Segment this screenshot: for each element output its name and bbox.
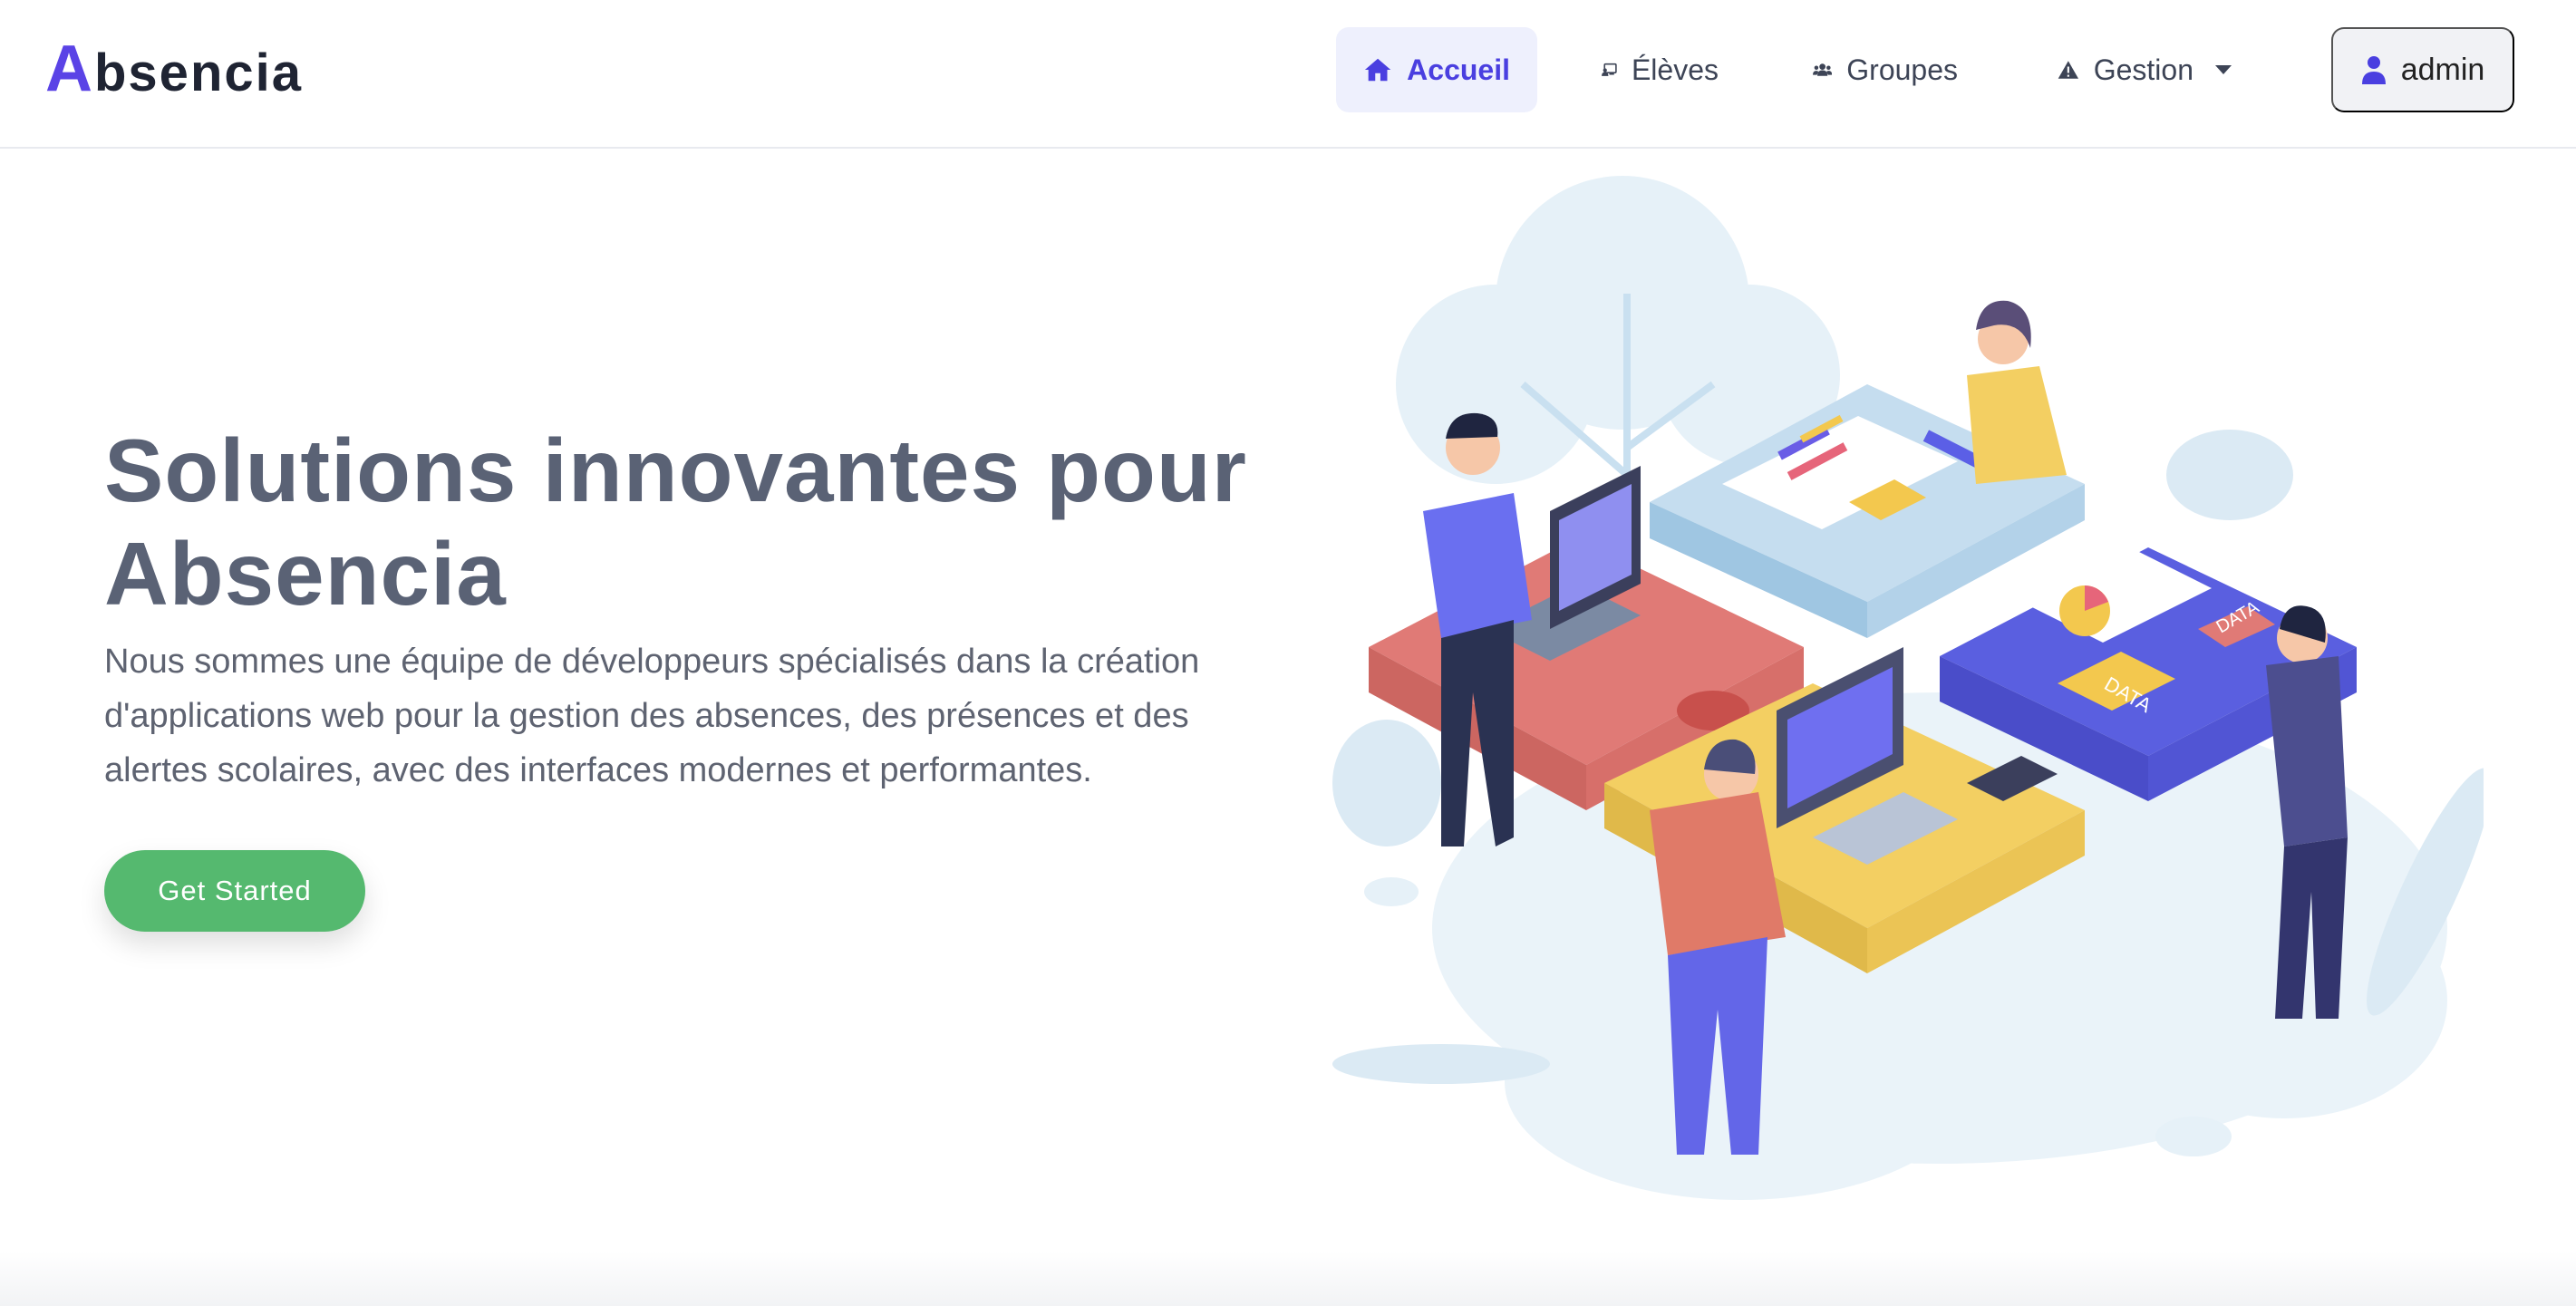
nav-item-gestion-dropdown[interactable]: Gestion xyxy=(2030,27,2259,112)
users-icon xyxy=(1813,63,1833,76)
nav-item-label: Accueil xyxy=(1407,53,1510,86)
nav-item-eleves[interactable]: Élèves xyxy=(1574,27,1746,112)
user-name: admin xyxy=(2400,52,2485,87)
hero-description: Nous sommes une équipe de développeurs s… xyxy=(104,643,1200,789)
nav-item-accueil[interactable]: Accueil xyxy=(1336,27,1537,112)
chevron-down-icon xyxy=(2215,65,2232,74)
brand-logo-text: bsencia xyxy=(94,44,303,102)
person-top xyxy=(1967,300,2067,484)
nav-item-label: Gestion xyxy=(2093,53,2193,86)
brand-logo[interactable]: Absencia xyxy=(45,33,303,105)
section-divider xyxy=(0,1251,2576,1306)
get-started-button[interactable]: Get Started xyxy=(104,850,365,932)
hero-title: Solutions innovantes pour Absencia xyxy=(104,421,1247,624)
hero-illustration: DATA DATA xyxy=(1332,176,2484,1200)
brand-logo-initial: A xyxy=(45,33,94,105)
chalkboard-teacher-icon xyxy=(1602,63,1617,76)
nav-item-groupes[interactable]: Groupes xyxy=(1786,27,1985,112)
user-icon xyxy=(2361,56,2386,84)
user-menu-button[interactable]: admin xyxy=(2331,27,2514,112)
warning-icon xyxy=(2058,61,2079,79)
home-icon xyxy=(1364,58,1391,82)
nav-item-label: Groupes xyxy=(1846,53,1958,86)
top-navbar: Absencia Accueil Élèves Groupes Gestion … xyxy=(0,0,2576,149)
nav-item-label: Élèves xyxy=(1631,53,1719,86)
